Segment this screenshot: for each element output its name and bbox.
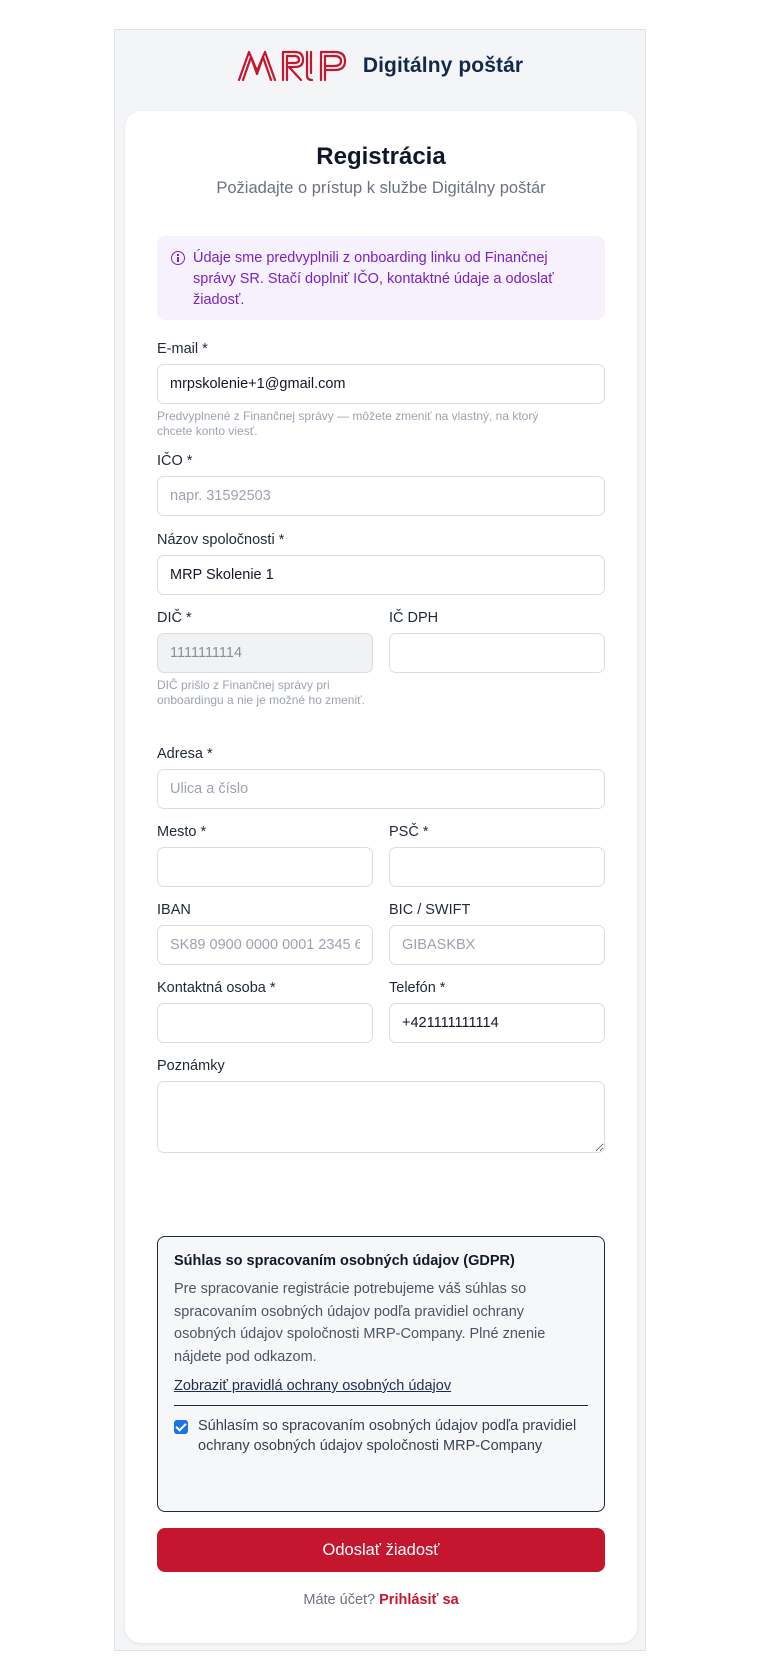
login-prompt-text: Máte účet? [303, 1592, 376, 1608]
mrp-logo [237, 50, 346, 82]
login-prompt: Máte účet? Prihlásiť sa [157, 1592, 605, 1608]
login-link[interactable]: Prihlásiť sa [379, 1592, 459, 1608]
email-hint: Predvyplnené z Finančnej správy — môžete… [157, 409, 539, 438]
gdpr-divider [174, 1405, 588, 1406]
bic-label: BIC / SWIFT [389, 902, 471, 918]
ic-dph-label: IČ DPH [389, 610, 439, 626]
city-label: Mesto * [157, 824, 207, 840]
address-label: Adresa * [157, 746, 213, 762]
gdpr-text: Pre spracovanie registrácie potrebujeme … [174, 1281, 546, 1365]
company-name-field[interactable] [157, 555, 605, 595]
contact-person-label: Kontaktná osoba * [157, 980, 276, 996]
psc-label: PSČ * [389, 824, 429, 840]
iban-field[interactable] [157, 925, 373, 965]
consent-checkbox[interactable] [174, 1420, 188, 1434]
privacy-policy-link[interactable]: Zobraziť pravidlá ochrany osobných údajo… [174, 1378, 451, 1394]
phone-field[interactable] [389, 1003, 605, 1043]
brand-header: Digitálny poštár [115, 46, 645, 86]
page-subtitle: Požiadajte o prístup k službe Digitálny … [216, 179, 546, 197]
bic-field[interactable] [389, 925, 605, 965]
ico-label: IČO * [157, 453, 193, 469]
notes-label: Poznámky [157, 1058, 225, 1074]
info-banner: Údaje sme predvyplnili z onboarding link… [157, 236, 605, 320]
dic-hint: DIČ prišlo z Finančnej správy pri onboar… [157, 678, 365, 707]
city-field[interactable] [157, 847, 373, 887]
psc-field[interactable] [389, 847, 605, 887]
brand-title: Digitálny poštár [362, 54, 524, 77]
contact-person-field[interactable] [157, 1003, 373, 1043]
page-title: Registrácia [316, 143, 446, 170]
gdpr-consent-row[interactable]: Súhlasím so spracovaním osobných údajov … [174, 1416, 588, 1456]
gdpr-consent-box: Súhlas so spracovaním osobných údajov (G… [157, 1236, 605, 1512]
info-icon [171, 251, 185, 265]
address-field[interactable] [157, 769, 605, 809]
gdpr-title: Súhlas so spracovaním osobných údajov (G… [174, 1253, 515, 1269]
company-label: Názov spoločnosti * [157, 532, 285, 548]
email-label: E-mail * [157, 341, 208, 357]
ico-field[interactable] [157, 476, 605, 516]
page-frame: Digitálny poštár Registrácia Požiadajte … [114, 29, 646, 1651]
phone-label: Telefón * [389, 980, 446, 996]
dic-label: DIČ * [157, 610, 192, 626]
email-field[interactable] [157, 364, 605, 404]
ic-dph-field[interactable] [389, 633, 605, 673]
dic-field [157, 633, 373, 673]
registration-card: Registrácia Požiadajte o prístup k služb… [125, 111, 637, 1643]
consent-label[interactable]: Súhlasím so spracovaním osobných údajov … [198, 1416, 588, 1456]
info-banner-text: Údaje sme predvyplnili z onboarding link… [193, 250, 554, 308]
notes-textarea[interactable] [157, 1081, 605, 1153]
iban-label: IBAN [157, 902, 191, 918]
submit-button[interactable]: Odoslať žiadosť [157, 1528, 605, 1572]
